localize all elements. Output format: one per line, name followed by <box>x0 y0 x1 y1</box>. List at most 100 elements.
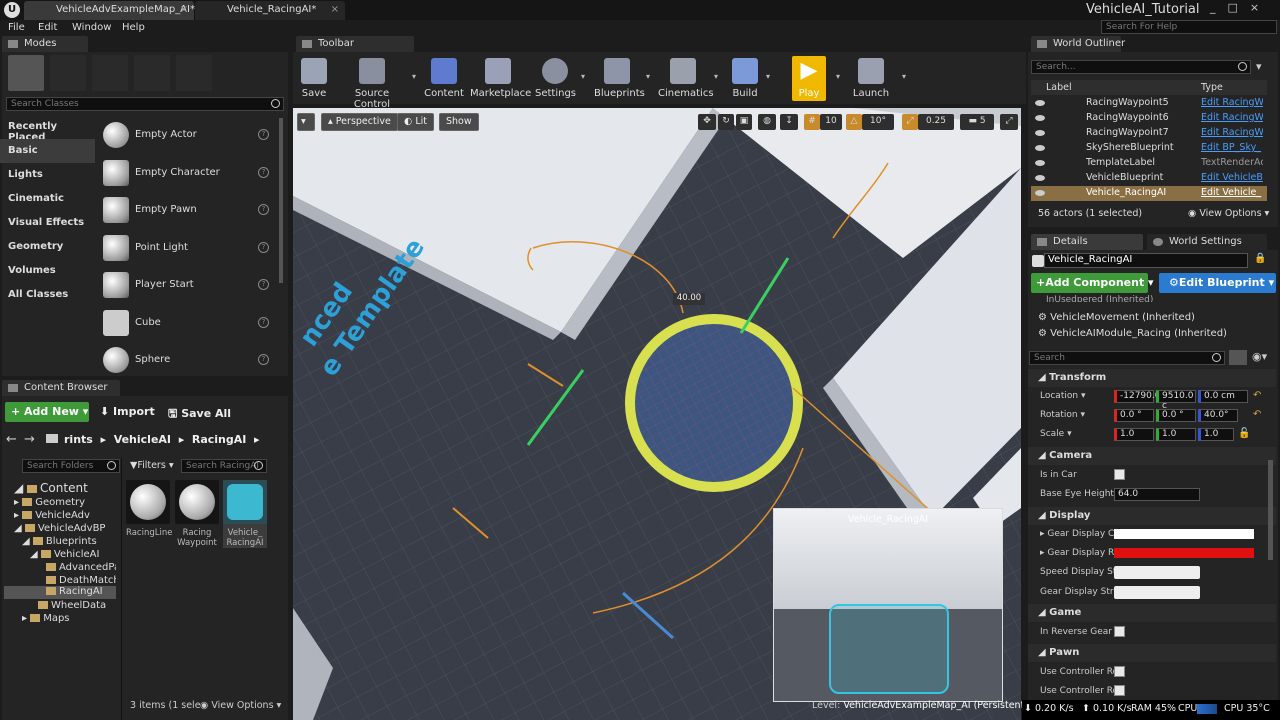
component-partial[interactable]: InUsedpered (Inherited) <box>1046 295 1153 302</box>
help-icon[interactable]: ? <box>258 167 269 178</box>
reset-icon[interactable]: ↶ <box>1253 409 1261 420</box>
viewport-options-button[interactable]: ▾ <box>297 113 315 131</box>
gear-display-color-swatch[interactable] <box>1114 529 1254 539</box>
reset-icon[interactable]: ↶ <box>1253 390 1261 401</box>
details-tab[interactable]: Details <box>1031 234 1143 250</box>
help-icon[interactable]: ? <box>258 354 269 365</box>
menu-file[interactable]: File <box>8 22 25 33</box>
outliner-row[interactable]: RacingWaypoint6 Edit RacingW <box>1031 111 1267 126</box>
eye-icon[interactable] <box>1035 190 1045 196</box>
toolbar-tab[interactable]: Toolbar <box>296 36 414 52</box>
class-item[interactable]: Empty Character? <box>100 155 280 191</box>
tree-item[interactable]: WheelData <box>38 600 106 611</box>
add-new-button[interactable]: + Add New ▾ <box>5 402 89 422</box>
actor-type-link[interactable]: Edit VehicleB <box>1201 172 1263 183</box>
lock-icon[interactable]: 🔓 <box>1238 428 1250 439</box>
category-all-classes[interactable]: All Classes <box>0 283 95 307</box>
settings-button[interactable]: Settings ▾ <box>535 56 585 101</box>
cinematics-button[interactable]: Cinematics ▾ <box>658 56 718 101</box>
actor-type-link[interactable]: Edit BP_Sky_ <box>1201 142 1263 153</box>
section-pawn[interactable]: ◢ Pawn <box>1028 644 1276 662</box>
rotation-label[interactable]: Rotation ▾ <box>1040 410 1085 420</box>
eye-icon[interactable]: ◉▾ <box>1252 350 1267 363</box>
window-controls[interactable]: _□× <box>1210 1 1271 14</box>
outliner-row[interactable]: RacingWaypoint5 Edit RacingW <box>1031 96 1267 111</box>
eye-icon[interactable] <box>1035 160 1045 166</box>
source-control-button[interactable]: Source Control ▾ <box>338 56 416 110</box>
class-item[interactable]: Cube? <box>100 305 280 341</box>
help-icon[interactable]: ? <box>258 129 269 140</box>
modes-tab[interactable]: Modes <box>2 36 88 52</box>
category-recently-placed[interactable]: Recently Placed <box>0 115 95 143</box>
outliner-row[interactable]: TemplateLabel TextRenderAct <box>1031 156 1267 171</box>
play-button[interactable]: ▶ Play <box>792 56 826 101</box>
scale-icon[interactable]: ▣ <box>736 114 752 130</box>
details-search-input[interactable]: Search <box>1029 351 1225 365</box>
scale-label[interactable]: Scale ▾ <box>1040 429 1072 439</box>
class-item[interactable]: Point Light? <box>100 230 280 266</box>
tab-map[interactable]: VehicleAdvExampleMap_AI* × <box>24 1 195 20</box>
column-label[interactable]: Label <box>1046 82 1072 93</box>
tree-item[interactable]: ◢ VehicleAdvBP <box>14 523 105 534</box>
asset-vehicle-racingai[interactable]: Vehicle_ RacingAI <box>223 480 267 548</box>
edit-blueprint-button[interactable]: ⚙Edit Blueprint ▾ <box>1159 273 1276 293</box>
world-outliner-tab[interactable]: World Outliner <box>1031 36 1125 52</box>
asset-search-input[interactable]: Search RacingAI <box>181 459 267 473</box>
category-geometry[interactable]: Geometry <box>0 235 95 259</box>
filters-button[interactable]: ▼Filters ▾ <box>130 460 174 471</box>
use-controller-checkbox[interactable] <box>1114 666 1125 677</box>
outliner-search-input[interactable]: Search... <box>1031 60 1251 74</box>
eye-icon[interactable] <box>1035 130 1045 136</box>
is-in-car-checkbox[interactable] <box>1114 469 1125 480</box>
world-settings-tab[interactable]: World Settings <box>1147 234 1267 250</box>
location-x-field[interactable]: -12790.0 <box>1114 390 1160 403</box>
rotation-z-field[interactable]: 40.0° <box>1198 409 1238 422</box>
outliner-view-options[interactable]: ◉ View Options ▾ <box>1188 208 1269 219</box>
save-button[interactable]: Save <box>298 56 330 101</box>
rotation-snap-value[interactable]: 10° <box>862 114 894 130</box>
asset-racing-waypoint[interactable]: Racing Waypoint <box>175 480 219 548</box>
content-button[interactable]: Content <box>424 56 464 101</box>
class-item[interactable]: Empty Actor? <box>100 117 280 153</box>
column-type[interactable]: Type <box>1201 82 1223 93</box>
tree-item[interactable]: ▸ Maps <box>22 613 70 624</box>
section-camera[interactable]: ◢ Camera <box>1028 447 1276 465</box>
close-icon[interactable]: × <box>331 4 339 15</box>
forward-arrow-icon[interactable]: → <box>24 432 35 447</box>
show-button[interactable]: Show <box>439 113 479 131</box>
menu-window[interactable]: Window <box>72 22 111 33</box>
help-icon[interactable]: ? <box>258 204 269 215</box>
class-item[interactable]: Player Start? <box>100 267 280 303</box>
reverse-gear-checkbox[interactable] <box>1114 626 1125 637</box>
content-browser-tab[interactable]: Content Browser <box>2 380 120 396</box>
menu-edit[interactable]: Edit <box>38 22 57 33</box>
section-display[interactable]: ◢ Display <box>1028 507 1276 525</box>
maximize-icon[interactable]: ⤢ <box>1000 114 1018 130</box>
component-vehicle-movement[interactable]: ⚙ VehicleMovement (Inherited) <box>1038 312 1195 323</box>
tree-item[interactable]: ▸ Geometry <box>14 497 85 508</box>
breadcrumb-item[interactable]: VehicleAI <box>114 433 171 446</box>
save-all-button[interactable]: 🖫 Save All <box>168 405 231 424</box>
section-transform[interactable]: ◢ Transform <box>1028 369 1276 387</box>
location-z-field[interactable]: 0.0 cm <box>1198 390 1248 403</box>
translate-icon[interactable]: ✥ <box>698 114 716 130</box>
scale-y-field[interactable]: 1.0 <box>1156 428 1196 441</box>
section-game[interactable]: ◢ Game <box>1028 604 1276 622</box>
help-icon[interactable]: ? <box>258 279 269 290</box>
use-controller-checkbox[interactable] <box>1114 685 1125 696</box>
location-label[interactable]: Location ▾ <box>1040 391 1085 401</box>
tree-item[interactable]: DeathMatch <box>46 575 116 586</box>
breadcrumb[interactable]: rints ▸ VehicleAI ▸ RacingAI ▸ <box>64 433 260 446</box>
actor-type-link[interactable]: Edit Vehicle_ <box>1201 187 1263 198</box>
grid-snap-icon[interactable]: # <box>804 114 820 130</box>
marketplace-button[interactable]: Marketplace <box>470 56 531 101</box>
actor-type-link[interactable]: Edit RacingW <box>1201 127 1263 138</box>
base-eye-height-field[interactable]: 64.0 <box>1114 488 1200 501</box>
help-icon[interactable]: ? <box>258 242 269 253</box>
build-button[interactable]: Build ▾ <box>730 56 770 101</box>
surface-snap-icon[interactable]: ↧ <box>780 114 798 130</box>
outliner-row[interactable]: SkyShereBlueprint Edit BP_Sky_ <box>1031 141 1267 156</box>
perspective-button[interactable]: ▴ Perspective <box>321 113 398 131</box>
play-options-dropdown[interactable]: ▾ <box>836 72 840 81</box>
import-button[interactable]: ⬇ Import <box>100 405 155 418</box>
